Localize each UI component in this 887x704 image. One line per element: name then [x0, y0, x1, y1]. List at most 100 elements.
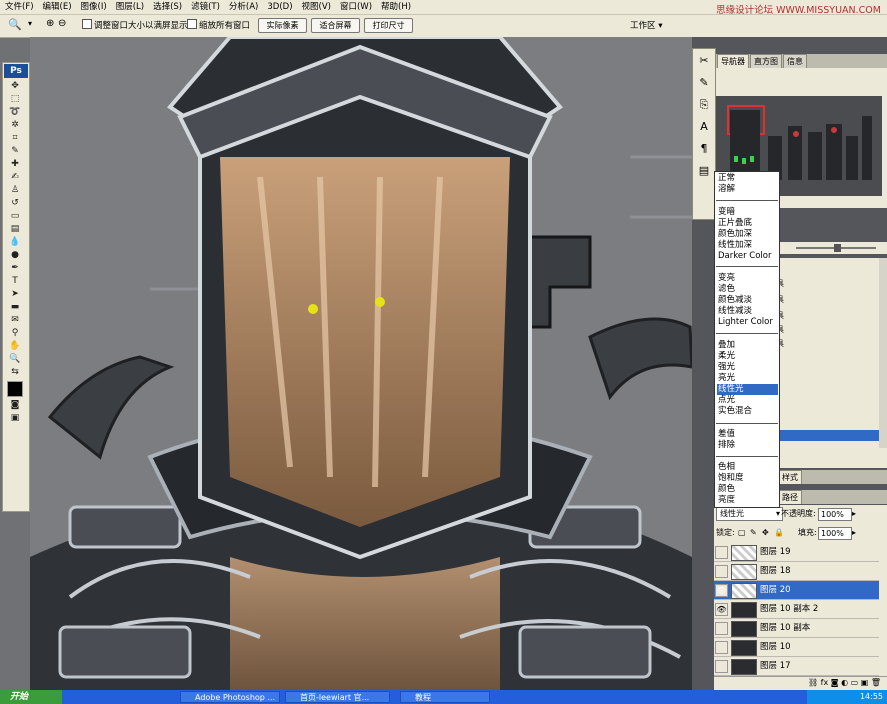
history-item[interactable]: 具: [776, 338, 886, 350]
layer-style-icon[interactable]: fx: [821, 678, 829, 687]
layer-comps-icon[interactable]: ▤: [694, 161, 714, 181]
history-item[interactable]: 具: [776, 294, 886, 306]
blend-option[interactable]: 柔光: [717, 351, 778, 362]
taskbar-item[interactable]: 教程: [400, 691, 490, 703]
blend-option[interactable]: 饱和度: [717, 473, 778, 484]
document-canvas[interactable]: [30, 37, 692, 690]
path-selection-icon[interactable]: ➤: [3, 288, 27, 301]
layer-row[interactable]: 图层 10: [714, 638, 879, 657]
blend-option[interactable]: 滤色: [717, 284, 778, 295]
blend-option[interactable]: 亮度: [717, 495, 778, 506]
blend-option[interactable]: 强光: [717, 362, 778, 373]
fill-field[interactable]: 100%: [818, 527, 852, 540]
menu-analysis[interactable]: 分析(A): [224, 0, 262, 13]
lock-position-icon[interactable]: ✥: [762, 527, 769, 539]
layer-row[interactable]: 👁 图层 10 副本 2: [714, 600, 879, 619]
fill-arrow-icon[interactable]: ▸: [852, 527, 856, 539]
blend-option[interactable]: 颜色: [717, 484, 778, 495]
magic-wand-icon[interactable]: ✲: [3, 119, 27, 132]
crop-tool-icon[interactable]: ⌗: [3, 132, 27, 145]
tab-paths[interactable]: 路径: [778, 490, 802, 504]
move-tool-icon[interactable]: ✥: [3, 80, 27, 93]
quick-mask-icon[interactable]: ◙: [3, 399, 27, 412]
zoom-all-windows-checkbox[interactable]: 缩放所有窗口: [187, 19, 250, 32]
blend-option-selected[interactable]: 线性光: [717, 384, 778, 395]
visibility-toggle-icon[interactable]: [715, 641, 728, 654]
visibility-toggle-icon[interactable]: [715, 546, 728, 559]
add-mask-icon[interactable]: ◙: [831, 678, 839, 687]
eyedropper-icon[interactable]: ⚲: [3, 327, 27, 340]
layer-row[interactable]: 图层 10 副本: [714, 619, 879, 638]
blend-option[interactable]: 颜色减淡: [717, 295, 778, 306]
gradient-tool-icon[interactable]: ▤: [3, 223, 27, 236]
layer-row-selected[interactable]: 👁 图层 20: [714, 581, 879, 600]
tools-preset-icon[interactable]: ✂: [694, 51, 714, 71]
visibility-toggle-icon[interactable]: [715, 565, 728, 578]
history-brush-icon[interactable]: ↺: [3, 197, 27, 210]
clone-source-icon[interactable]: ⎘: [694, 95, 714, 115]
print-size-button[interactable]: 打印尺寸: [364, 18, 413, 33]
menu-image[interactable]: 图像(I): [76, 0, 111, 13]
menu-edit[interactable]: 编辑(E): [38, 0, 76, 13]
menu-file[interactable]: 文件(F): [0, 0, 38, 13]
blend-option[interactable]: Darker Color: [717, 251, 778, 262]
tab-histogram[interactable]: 直方图: [750, 54, 782, 68]
menu-layer[interactable]: 图层(L): [111, 0, 148, 13]
blend-option[interactable]: 溶解: [717, 184, 778, 195]
lock-all-icon[interactable]: 🔒: [774, 527, 784, 539]
new-group-icon[interactable]: ▭: [851, 678, 859, 687]
blend-option[interactable]: 差值: [717, 429, 778, 440]
layer-row[interactable]: 图层 17: [714, 657, 879, 676]
eraser-tool-icon[interactable]: ▭: [3, 210, 27, 223]
blend-option[interactable]: 正常: [717, 173, 778, 184]
screen-mode-icon[interactable]: ▣: [3, 412, 27, 425]
taskbar-item[interactable]: Adobe Photoshop ...: [180, 691, 280, 703]
zoom-tool-box-icon[interactable]: 🔍: [3, 353, 27, 366]
blend-option[interactable]: 变亮: [717, 273, 778, 284]
zoom-tool-icon[interactable]: 🔍: [8, 18, 22, 31]
adjustment-layer-icon[interactable]: ◐: [841, 678, 848, 687]
blend-option[interactable]: 排除: [717, 440, 778, 451]
marquee-tool-icon[interactable]: ⬚: [3, 93, 27, 106]
delete-layer-icon[interactable]: 🗑: [871, 678, 881, 687]
shape-tool-icon[interactable]: ▬: [3, 301, 27, 314]
blend-option[interactable]: 色相: [717, 462, 778, 473]
menu-select[interactable]: 选择(S): [148, 0, 186, 13]
clone-stamp-icon[interactable]: ♙: [3, 184, 27, 197]
history-item[interactable]: 具: [776, 278, 886, 290]
blend-option[interactable]: 实色混合: [717, 406, 778, 417]
healing-brush-icon[interactable]: ✚: [3, 158, 27, 171]
lasso-tool-icon[interactable]: ➰: [3, 106, 27, 119]
hand-tool-icon[interactable]: ✋: [3, 340, 27, 353]
new-layer-icon[interactable]: ▣: [861, 678, 869, 687]
blend-option[interactable]: 线性减淡: [717, 306, 778, 317]
visibility-toggle-icon[interactable]: [715, 622, 728, 635]
blend-option[interactable]: 线性加深: [717, 240, 778, 251]
menu-filter[interactable]: 滤镜(T): [186, 0, 224, 13]
eye-icon[interactable]: 👁: [715, 603, 728, 616]
blend-option[interactable]: 叠加: [717, 340, 778, 351]
slice-tool-icon[interactable]: ✎: [3, 145, 27, 158]
history-selected-row[interactable]: [776, 430, 886, 441]
opacity-arrow-icon[interactable]: ▸: [852, 508, 856, 520]
menu-3d[interactable]: 3D(D): [262, 0, 296, 13]
blend-option[interactable]: 变暗: [717, 207, 778, 218]
layer-row[interactable]: 图层 18: [714, 562, 879, 581]
blend-option[interactable]: Lighter Color: [717, 317, 778, 328]
brush-preset-icon[interactable]: ✎: [694, 73, 714, 93]
lock-image-icon[interactable]: ✎: [750, 527, 757, 539]
history-scrollbar[interactable]: [879, 258, 887, 448]
blend-option[interactable]: 正片叠底: [717, 218, 778, 229]
tab-styles[interactable]: 样式: [778, 470, 802, 484]
brush-tool-icon[interactable]: ✍: [3, 171, 27, 184]
swap-colors-icon[interactable]: ⇆: [3, 366, 27, 379]
blend-option[interactable]: 点光: [717, 395, 778, 406]
foreground-color-swatch[interactable]: [7, 381, 23, 397]
taskbar-item[interactable]: 首页-leewiart 官...: [285, 691, 390, 703]
notes-tool-icon[interactable]: ✉: [3, 314, 27, 327]
blend-mode-select[interactable]: 线性光 ▾: [716, 507, 783, 521]
tab-info[interactable]: 信息: [783, 54, 807, 68]
eye-icon[interactable]: 👁: [715, 584, 728, 597]
pen-tool-icon[interactable]: ✒: [3, 262, 27, 275]
menu-help[interactable]: 帮助(H): [376, 0, 415, 13]
